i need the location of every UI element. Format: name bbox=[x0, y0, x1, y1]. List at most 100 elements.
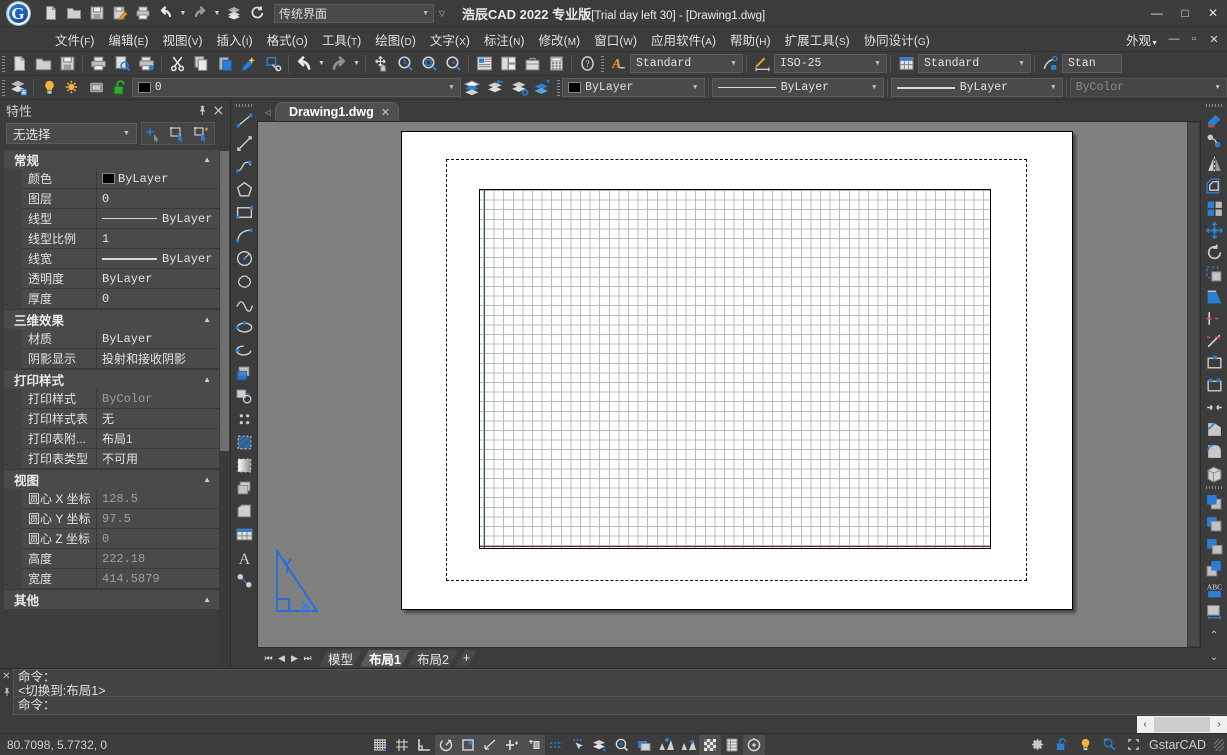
property-value[interactable]: 不可用 bbox=[97, 449, 219, 469]
break-icon[interactable] bbox=[1202, 374, 1226, 396]
select-objects-icon[interactable] bbox=[166, 123, 190, 144]
lineweight-icon[interactable] bbox=[545, 735, 567, 755]
property-value[interactable]: 投射和接收阴影 bbox=[97, 349, 219, 369]
property-row[interactable]: 线宽ByLayer bbox=[4, 249, 219, 269]
property-value[interactable]: 0 bbox=[97, 289, 219, 309]
nav-prev-icon[interactable]: ◁ bbox=[261, 103, 275, 121]
property-row[interactable]: 线型ByLayer bbox=[4, 209, 219, 229]
close-icon[interactable]: ✕ bbox=[381, 106, 390, 119]
viewport[interactable] bbox=[257, 121, 1201, 648]
region-icon[interactable] bbox=[232, 477, 256, 500]
design-center-icon[interactable] bbox=[496, 53, 520, 75]
chevron-up-icon[interactable]: ▲ bbox=[203, 155, 211, 164]
coordinate-display[interactable]: 80.7098, 5.7732, 0 bbox=[3, 738, 107, 752]
pin-icon[interactable] bbox=[194, 102, 210, 118]
property-row[interactable]: 厚度0 bbox=[4, 289, 219, 309]
save-icon[interactable] bbox=[55, 53, 79, 75]
qat-overflow-icon[interactable]: ▽ bbox=[434, 2, 450, 24]
layers-icon[interactable] bbox=[223, 2, 245, 24]
menu-item-view[interactable]: 视图(V) bbox=[156, 27, 210, 52]
undo-dropdown-icon[interactable]: ▼ bbox=[178, 2, 188, 24]
undo-icon[interactable] bbox=[155, 2, 177, 24]
scroll-left-icon[interactable]: ‹ bbox=[1137, 719, 1153, 730]
calculator-icon[interactable] bbox=[544, 53, 568, 75]
new-icon[interactable] bbox=[7, 53, 31, 75]
dim-style-icon[interactable] bbox=[750, 53, 774, 75]
quick-select-icon[interactable] bbox=[190, 123, 214, 144]
paste-icon[interactable] bbox=[213, 53, 237, 75]
property-value[interactable]: ByLayer bbox=[97, 329, 219, 349]
break-at-point-icon[interactable] bbox=[1202, 352, 1226, 374]
fillet-icon[interactable] bbox=[1202, 440, 1226, 462]
order-toolbar-grip[interactable] bbox=[1204, 485, 1224, 492]
line-icon[interactable] bbox=[232, 109, 256, 132]
unlock-icon[interactable] bbox=[108, 77, 132, 99]
menu-item-collaborative-design[interactable]: 协同设计(G) bbox=[857, 27, 937, 52]
workspace-switch-icon[interactable] bbox=[743, 735, 765, 755]
color-control-combo[interactable]: ByLayer ▼ bbox=[562, 78, 705, 97]
explode-icon[interactable] bbox=[1202, 462, 1226, 484]
dyn-icon[interactable] bbox=[523, 735, 545, 755]
mleader-style-icon[interactable] bbox=[1038, 53, 1062, 75]
property-value[interactable]: ByColor bbox=[97, 389, 219, 409]
insert-block-icon[interactable] bbox=[232, 362, 256, 385]
menu-item-text[interactable]: 文字(X) bbox=[423, 27, 477, 52]
property-value[interactable]: ByLayer bbox=[97, 269, 219, 289]
props-toolbar-grip[interactable] bbox=[555, 78, 562, 98]
viewport-vertical-scrollbar[interactable] bbox=[1187, 122, 1200, 647]
copy-object-icon[interactable] bbox=[1202, 131, 1226, 153]
property-group-header[interactable]: 打印样式▲ bbox=[4, 369, 219, 389]
property-value[interactable]: ByLayer bbox=[97, 169, 219, 189]
property-row[interactable]: 线型比例1 bbox=[4, 229, 219, 249]
mleader-style-combo[interactable]: Stan bbox=[1062, 54, 1122, 73]
workspace-selector[interactable]: 传统界面 ▼ bbox=[274, 4, 434, 23]
fullscreen-icon[interactable] bbox=[1122, 735, 1144, 755]
property-row[interactable]: 颜色ByLayer bbox=[4, 169, 219, 189]
wipeout-icon[interactable] bbox=[232, 500, 256, 523]
close-icon[interactable] bbox=[210, 102, 226, 118]
sun-icon[interactable] bbox=[61, 77, 85, 99]
table-style-icon[interactable] bbox=[894, 53, 918, 75]
erase-icon[interactable] bbox=[1202, 109, 1226, 131]
offset-icon[interactable] bbox=[1202, 175, 1226, 197]
chevron-up-icon[interactable]: ▲ bbox=[203, 475, 211, 484]
plot-icon[interactable] bbox=[86, 53, 110, 75]
scroll-right-icon[interactable]: › bbox=[1211, 719, 1227, 730]
zoom-realtime-icon[interactable] bbox=[393, 53, 417, 75]
layout-tab-layout2[interactable]: 布局2 bbox=[408, 650, 458, 667]
undo-icon[interactable] bbox=[292, 53, 316, 75]
layout-viewport-grid[interactable] bbox=[479, 189, 991, 549]
arc-icon[interactable] bbox=[232, 224, 256, 247]
property-row[interactable]: 圆心 Z 坐标0 bbox=[4, 529, 219, 549]
print-icon[interactable] bbox=[132, 2, 154, 24]
ellipse-icon[interactable] bbox=[232, 316, 256, 339]
toolbar-grip[interactable] bbox=[0, 54, 7, 74]
menu-item-window[interactable]: 窗口(W) bbox=[587, 27, 644, 52]
polygon-icon[interactable] bbox=[232, 178, 256, 201]
property-row[interactable]: 打印表附...布局1 bbox=[4, 429, 219, 449]
toolbar-grip-2[interactable] bbox=[599, 54, 606, 74]
doc-minimize-button[interactable]: — bbox=[1165, 30, 1183, 48]
property-value[interactable]: ByLayer bbox=[97, 249, 219, 269]
layout-tab-add[interactable]: + bbox=[456, 650, 477, 667]
layer-toolbar-grip[interactable] bbox=[0, 78, 7, 98]
window-maximize-button[interactable]: □ bbox=[1171, 0, 1199, 27]
open-file-icon[interactable] bbox=[63, 2, 85, 24]
close-icon[interactable]: ✕ bbox=[2, 671, 10, 682]
command-horizontal-scrollbar[interactable]: ‹ › bbox=[1137, 716, 1227, 733]
ortho-icon[interactable] bbox=[413, 735, 435, 755]
property-group-header[interactable]: 其他▲ bbox=[4, 589, 219, 609]
property-group-header[interactable]: 视图▲ bbox=[4, 469, 219, 489]
spline-icon[interactable] bbox=[232, 293, 256, 316]
property-row[interactable]: 图层0 bbox=[4, 189, 219, 209]
unlock-icon[interactable] bbox=[1050, 735, 1072, 755]
zoom-status-icon[interactable] bbox=[611, 735, 633, 755]
property-row[interactable]: 材质ByLayer bbox=[4, 329, 219, 349]
menu-item-express-tools[interactable]: 扩展工具(S) bbox=[778, 27, 857, 52]
draworder-back-icon[interactable] bbox=[1202, 513, 1226, 535]
edit-attribute-icon[interactable] bbox=[1202, 602, 1226, 624]
layer-state-icon[interactable] bbox=[589, 735, 611, 755]
lightbulb-on-icon[interactable] bbox=[37, 77, 61, 99]
modify-toolbar-grip[interactable] bbox=[1204, 102, 1224, 109]
save-icon[interactable] bbox=[86, 2, 108, 24]
